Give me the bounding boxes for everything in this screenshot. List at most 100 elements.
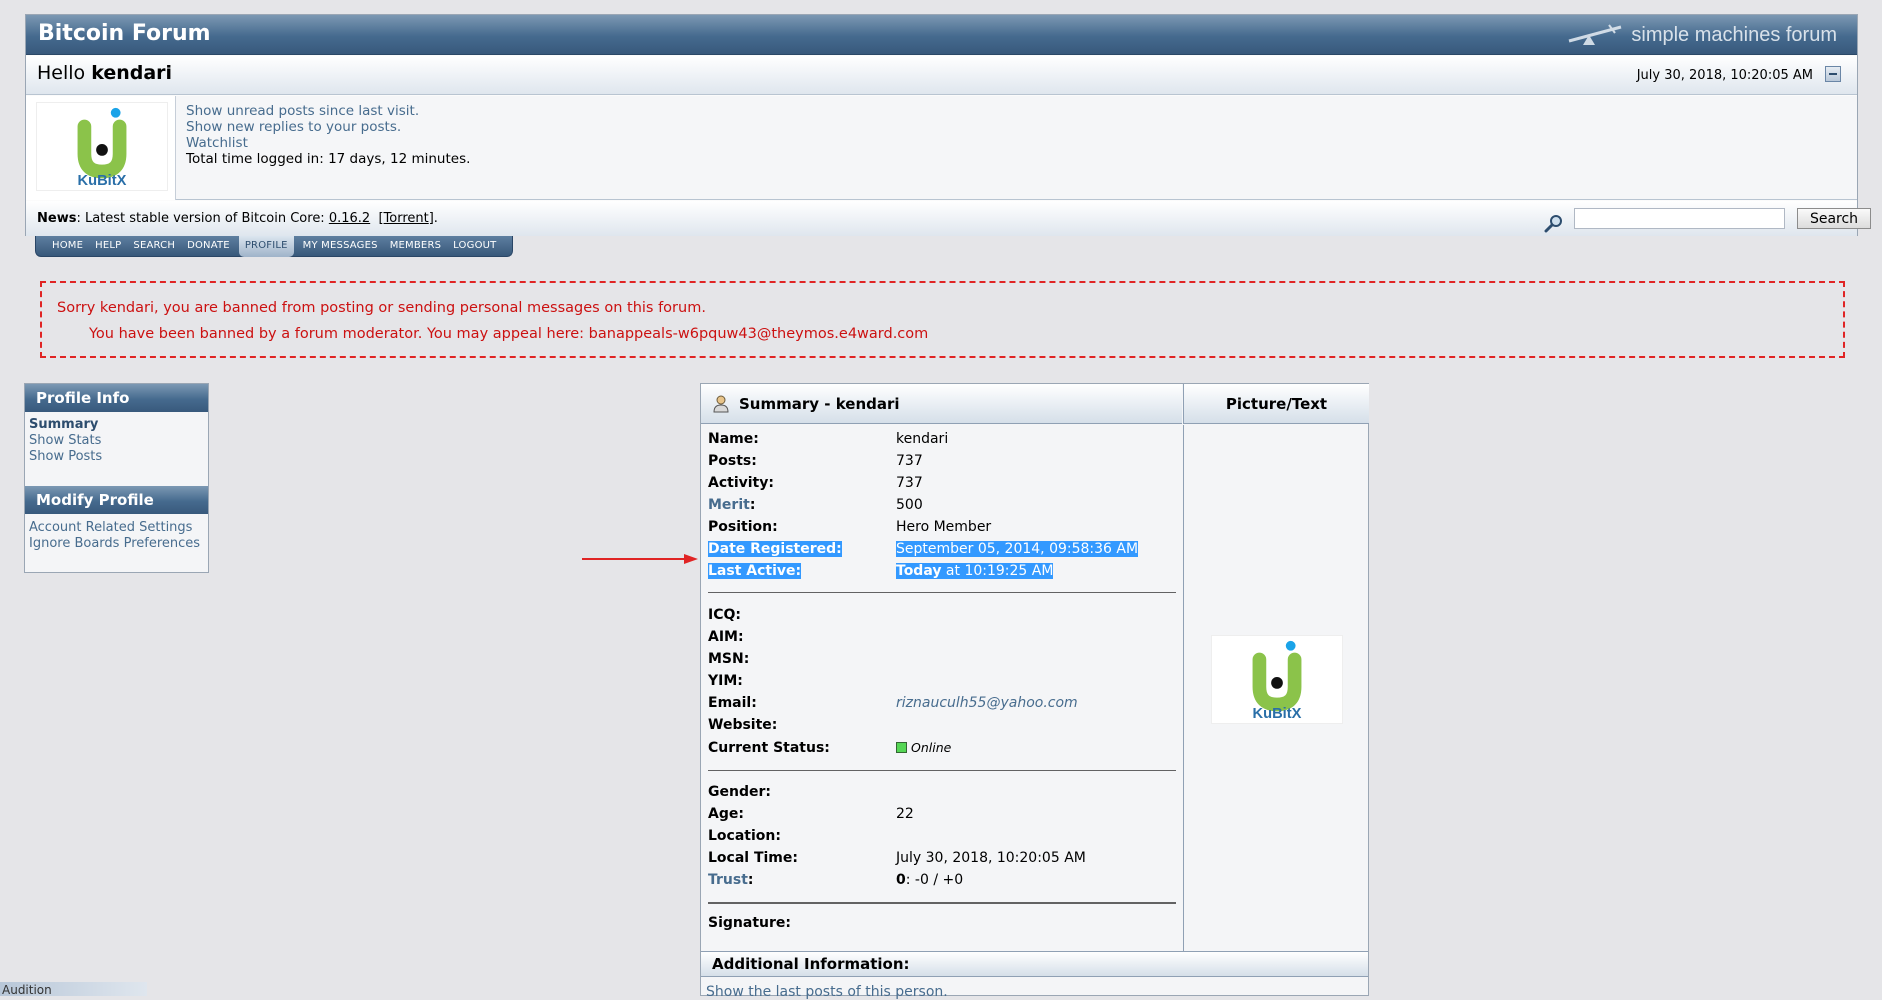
news: News: Latest stable version of Bitcoin C… — [37, 211, 438, 226]
nav-members[interactable]: MEMBERS — [384, 236, 447, 257]
modify-profile-links: Account Related Settings Ignore Boards P… — [29, 520, 200, 552]
field-label: Name: — [708, 431, 759, 447]
user-profile-icon — [713, 395, 729, 413]
ban-notice: Sorry kendari, you are banned from posti… — [40, 281, 1845, 358]
smf-seesaw-icon — [1568, 24, 1622, 45]
picture-column: KuBitX — [1183, 425, 1369, 951]
picture-text-header: Picture/Text — [1183, 384, 1369, 424]
divider — [708, 902, 1176, 904]
search-icon — [1544, 215, 1562, 233]
avatar: KuBitX — [36, 102, 168, 191]
field-local-time-value: July 30, 2018, 10:20:05 AM — [896, 850, 1086, 866]
panel-links: Show unread posts since last visit. Show… — [186, 103, 470, 167]
modify-profile-heading: Modify Profile — [25, 486, 208, 514]
field-label: Last Active: — [708, 563, 802, 579]
current-datetime: July 30, 2018, 10:20:05 AM — [1636, 68, 1813, 83]
trust-link[interactable]: Trust — [708, 872, 748, 888]
nav-my-messages[interactable]: MY MESSAGES — [297, 236, 384, 257]
summary-header: Summary - kendari — [701, 384, 1182, 424]
nav-search[interactable]: SEARCH — [127, 236, 181, 257]
field-label: Age: — [708, 806, 744, 822]
field-age-value: 22 — [896, 806, 914, 822]
sidebar-item-summary[interactable]: Summary — [29, 417, 98, 432]
total-time-logged: Total time logged in: 17 days, 12 minute… — [186, 151, 471, 167]
field-name-value: kendari — [896, 431, 949, 447]
field-label: AIM: — [708, 629, 744, 645]
greeting-username: kendari — [91, 62, 173, 84]
field-label: Posts: — [708, 453, 757, 469]
main-nav: HOME HELP SEARCH DONATE PROFILE MY MESSA… — [35, 235, 514, 257]
ban-appeal-message: You have been banned by a forum moderato… — [89, 326, 929, 342]
news-text: : Latest stable version of Bitcoin Core: — [76, 211, 329, 226]
profile-info-heading: Profile Info — [25, 384, 208, 412]
nav-profile[interactable]: PROFILE — [238, 235, 294, 257]
sidebar-item-account-settings[interactable]: Account Related Settings — [29, 520, 192, 535]
divider — [708, 770, 1176, 771]
field-activity-value: 737 — [896, 475, 923, 491]
field-label: Location: — [708, 828, 781, 844]
field-posts-value: 737 — [896, 453, 923, 469]
nav-logout[interactable]: LOGOUT — [447, 236, 502, 257]
profile-summary-table: Summary - kendari Picture/Text Name: kend… — [700, 383, 1369, 1000]
bottom-tab[interactable]: Audition — [0, 982, 147, 997]
field-label: Gender: — [708, 784, 771, 800]
greeting-prefix: Hello — [37, 62, 86, 84]
field-label: Email: — [708, 695, 757, 711]
field-label: Date Registered: — [708, 541, 842, 557]
avatar-logo-text: KuBitX — [1253, 706, 1302, 722]
avatar-cell: KuBitX — [26, 96, 176, 200]
field-label: Website: — [708, 717, 778, 733]
field-position-value: Hero Member — [896, 519, 992, 535]
nav-help[interactable]: HELP — [89, 236, 127, 257]
field-last-active-value: Today at 10:19:25 AM — [896, 563, 1054, 579]
greeting: Hello kendari — [37, 62, 172, 84]
search-input[interactable] — [1574, 208, 1785, 229]
forum-header: Bitcoin Forum simple machines forum Hell… — [25, 14, 1871, 236]
nav-home[interactable]: HOME — [46, 236, 89, 257]
forum-title[interactable]: Bitcoin Forum — [38, 21, 211, 46]
field-merit-value: 500 — [896, 497, 923, 513]
smf-brand-text: simple machines forum — [1631, 23, 1837, 46]
merit-link[interactable]: Merit — [708, 497, 750, 513]
profile-info-links: Summary Show Stats Show Posts — [29, 417, 102, 465]
profile-avatar: KuBitX — [1211, 635, 1343, 724]
hello-bar: Hello kendari July 30, 2018, 10:20:05 AM — [26, 56, 1857, 95]
watchlist-link[interactable]: Watchlist — [186, 135, 248, 151]
profile-sidebar: Profile Info Summary Show Stats Show Pos… — [24, 383, 209, 573]
online-status-icon — [896, 742, 907, 753]
additional-info-header: Additional Information: — [701, 951, 1368, 977]
field-label: Current Status: — [708, 740, 830, 756]
search-button[interactable]: Search — [1797, 208, 1871, 229]
news-version-link[interactable]: 0.16.2 — [329, 211, 370, 226]
email-link[interactable]: riznauculh55@yahoo.com — [896, 695, 1078, 711]
field-date-registered-value: September 05, 2014, 09:58:36 AM — [896, 541, 1139, 557]
field-label: Local Time: — [708, 850, 798, 866]
new-replies-link[interactable]: Show new replies to your posts. — [186, 119, 401, 135]
field-trust-value: 0: -0 / +0 — [896, 872, 964, 888]
divider — [708, 592, 1176, 593]
field-label: YIM: — [708, 673, 743, 689]
sidebar-item-show-posts[interactable]: Show Posts — [29, 449, 102, 464]
sidebar-item-ignore-boards[interactable]: Ignore Boards Preferences — [29, 536, 200, 551]
kubitx-logo: KuBitX — [1252, 640, 1302, 722]
news-torrent-link[interactable]: Torrent — [384, 211, 429, 226]
news-bar: News: Latest stable version of Bitcoin C… — [26, 201, 1871, 236]
summary-title: Summary - kendari — [739, 395, 900, 413]
ban-message: Sorry kendari, you are banned from posti… — [57, 300, 706, 316]
red-arrow-annotation — [582, 554, 698, 564]
sidebar-item-show-stats[interactable]: Show Stats — [29, 433, 101, 448]
field-label: Signature: — [708, 915, 791, 931]
field-label: MSN: — [708, 651, 750, 667]
field-label: Activity: — [708, 475, 774, 491]
news-label: News — [37, 211, 77, 226]
collapse-header-icon[interactable] — [1825, 66, 1841, 82]
unread-posts-link[interactable]: Show unread posts since last visit. — [186, 103, 419, 119]
last-posts-link[interactable]: Show the last posts of this person. — [706, 984, 948, 1000]
user-panel: KuBitX Show unread posts since last visi… — [26, 96, 1857, 200]
nav-donate[interactable]: DONATE — [181, 236, 236, 257]
status-online: Online — [896, 740, 951, 755]
avatar-logo-text: KuBitX — [78, 173, 127, 189]
smf-logo: simple machines forum — [1567, 23, 1837, 47]
field-label: Position: — [708, 519, 778, 535]
kubitx-logo: KuBitX — [77, 107, 127, 189]
